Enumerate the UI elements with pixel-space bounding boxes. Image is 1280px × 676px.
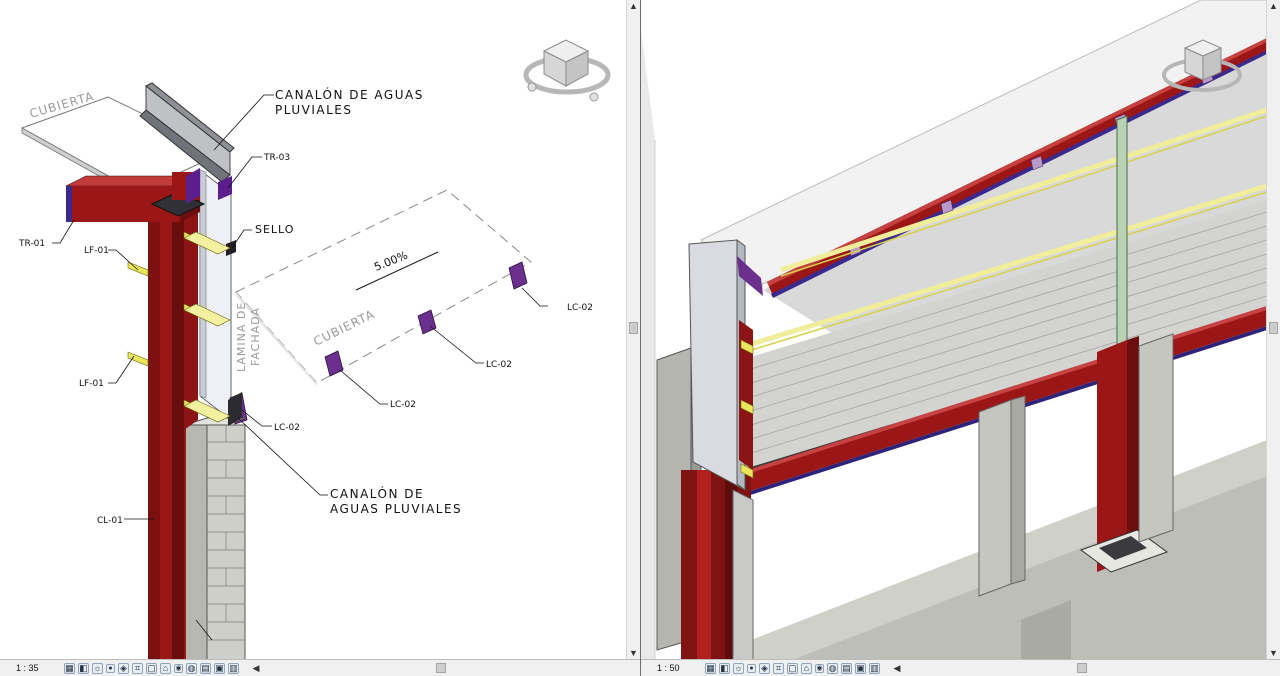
- scroll-left-arrow-icon[interactable]: ◀: [891, 663, 903, 674]
- rendering-icon[interactable]: ◈: [118, 662, 129, 674]
- right-3d-view-pane[interactable]: ▲ ▼ 1 : 50 ▦ ◧ ☼ ● ◈ ⌗ ▢ ⌂ ◉ ◍ ▤ ▣ ▥ ◀: [641, 0, 1280, 676]
- scroll-left-arrow-icon[interactable]: ◀: [250, 663, 262, 674]
- scroll-up-arrow-icon[interactable]: ▲: [1267, 0, 1280, 13]
- lc02-label-a: LC-02: [567, 303, 593, 313]
- scroll-up-arrow-icon[interactable]: ▲: [627, 0, 640, 13]
- show-crop-icon[interactable]: ▢: [146, 662, 157, 674]
- temp-hide-icon[interactable]: ◉: [815, 663, 824, 673]
- gutter-top-label-line1: CANALÓN DE AGUAS: [275, 87, 424, 102]
- tr01-label: TR-01: [18, 239, 45, 249]
- worksharing-icon[interactable]: ▤: [200, 662, 211, 674]
- facade-panel-right: [688, 239, 763, 491]
- right-3d-drawing[interactable]: [641, 0, 1267, 660]
- lc02-label-c: LC-02: [390, 400, 416, 410]
- analytical-icon[interactable]: ▣: [855, 662, 866, 674]
- right-horizontal-scrollbar[interactable]: ◀: [891, 660, 1267, 676]
- hscroll-thumb[interactable]: [1077, 663, 1087, 673]
- scroll-thumb[interactable]: [1269, 322, 1278, 334]
- highlight-icon[interactable]: ▥: [869, 662, 880, 674]
- sello-label: SELLO: [255, 223, 294, 236]
- temp-hide-icon[interactable]: ◉: [174, 663, 183, 673]
- left-3d-drawing[interactable]: CUBIERTA CANALÓN DE AGUAS PLUVIALES TR-0…: [0, 0, 627, 660]
- detail-level-icon[interactable]: ▦: [64, 662, 75, 674]
- lf01-top-label: LF-01: [84, 246, 109, 256]
- gutter-top-label-line2: PLUVIALES: [275, 103, 352, 117]
- scroll-thumb[interactable]: [629, 322, 638, 334]
- analytical-icon[interactable]: ▣: [214, 662, 225, 674]
- show-crop-icon[interactable]: ▢: [787, 662, 798, 674]
- left-horizontal-scrollbar[interactable]: ◀: [250, 660, 627, 676]
- lc02-label-b: LC-02: [486, 360, 512, 370]
- facade-label-line2: FACHADA: [249, 307, 262, 366]
- facade-label-line1: LAMINA DE: [235, 302, 248, 372]
- reveal-hidden-icon[interactable]: ◍: [186, 662, 197, 674]
- detail-level-icon[interactable]: ▦: [705, 662, 716, 674]
- visual-style-icon[interactable]: ◧: [719, 662, 730, 674]
- highlight-icon[interactable]: ▥: [228, 662, 239, 674]
- gutter-bottom-label-line2: AGUAS PLUVIALES: [330, 502, 462, 516]
- left-3d-view-pane[interactable]: CUBIERTA CANALÓN DE AGUAS PLUVIALES TR-0…: [0, 0, 640, 676]
- reveal-hidden-icon[interactable]: ◍: [827, 662, 838, 674]
- crop-view-icon[interactable]: ⌗: [773, 662, 784, 674]
- shadows-icon[interactable]: ●: [106, 663, 115, 673]
- shadows-icon[interactable]: ●: [747, 663, 756, 673]
- visual-style-icon[interactable]: ◧: [78, 662, 89, 674]
- right-vertical-scrollbar[interactable]: ▲ ▼: [1266, 0, 1280, 660]
- facade-panel: [199, 168, 232, 422]
- green-post: [1116, 115, 1128, 357]
- hscroll-thumb[interactable]: [436, 663, 446, 673]
- sun-path-icon[interactable]: ☼: [92, 662, 103, 674]
- lf01-bottom-label: LF-01: [79, 379, 104, 389]
- view-scale[interactable]: 1 : 35: [0, 663, 64, 673]
- viewcube[interactable]: [523, 39, 611, 102]
- 3d-lock-icon[interactable]: ⌂: [160, 662, 171, 674]
- crop-view-icon[interactable]: ⌗: [132, 662, 143, 674]
- gutter-bottom-label-line1: CANALÓN DE: [330, 486, 424, 501]
- lc02-label-d: LC-02: [274, 423, 300, 433]
- worksharing-icon[interactable]: ▤: [841, 662, 852, 674]
- 3d-lock-icon[interactable]: ⌂: [801, 662, 812, 674]
- block-column: [184, 417, 246, 660]
- sun-path-icon[interactable]: ☼: [733, 662, 744, 674]
- view-scale[interactable]: 1 : 50: [641, 663, 705, 673]
- tr03-label: TR-03: [263, 153, 290, 163]
- rendering-icon[interactable]: ◈: [759, 662, 770, 674]
- cl01-label: CL-01: [97, 516, 123, 526]
- left-vertical-scrollbar[interactable]: ▲ ▼: [626, 0, 640, 660]
